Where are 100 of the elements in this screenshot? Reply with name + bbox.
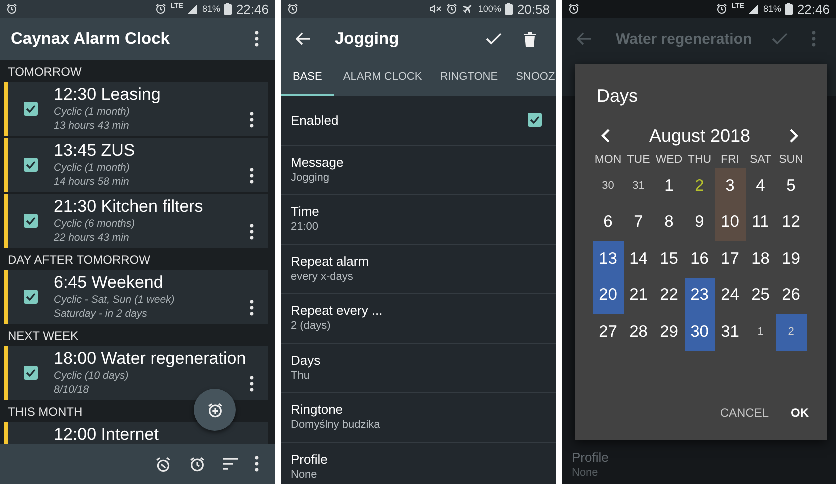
next-month-icon[interactable] [790, 129, 799, 143]
alarm-title: 21:30 Kitchen filters [54, 196, 204, 217]
alarm-card[interactable]: 12:30 Leasing Cyclic (1 month) 13 hours 43 min [4, 82, 268, 136]
weekday-label: MON [594, 153, 623, 168]
tab[interactable]: SNOOZ [507, 60, 556, 96]
tab[interactable]: BASE [281, 60, 334, 96]
calendar-day[interactable]: 18 [746, 241, 776, 278]
battery-icon [224, 3, 232, 15]
setting-label: Profile [291, 450, 329, 468]
calendar-day[interactable]: 19 [776, 241, 806, 278]
setting-label: Repeat every ... [291, 302, 384, 320]
alarm-detail: 13 hours 43 min [54, 119, 130, 133]
calendar-day[interactable]: 12 [776, 204, 806, 241]
setting-row[interactable]: Repeat alarm every x-days [281, 244, 556, 294]
calendar-day[interactable]: 3 [715, 168, 746, 204]
calendar-day[interactable]: 6 [593, 204, 624, 241]
calendar-day[interactable]: 22 [654, 278, 684, 314]
calendar-day[interactable]: 15 [654, 241, 684, 278]
checkbox[interactable] [528, 113, 542, 128]
calendar-day[interactable]: 30 [684, 314, 715, 350]
alarm-detail: 8/10/18 [54, 383, 90, 397]
battery-icon [785, 3, 794, 15]
checkbox[interactable] [24, 102, 38, 116]
calendar-day[interactable]: 29 [654, 314, 684, 350]
calendar-day[interactable]: 2 [776, 314, 806, 350]
tab[interactable]: RINGTONE [431, 60, 508, 96]
setting-row[interactable]: Time 21:00 [281, 195, 556, 244]
setting-value: Domyślny budzika [291, 418, 382, 434]
calendar-day[interactable]: 21 [624, 278, 654, 314]
screen-title: Jogging [335, 30, 400, 48]
alarm-title: 12:30 Leasing [54, 84, 162, 105]
calendar-day[interactable]: 5 [776, 168, 806, 204]
clock-time: 22:46 [236, 2, 269, 16]
checkbox[interactable] [24, 158, 38, 172]
calendar-day[interactable]: 26 [776, 278, 806, 314]
calendar-day[interactable]: 13 [593, 241, 624, 278]
calendar-day[interactable]: 1 [654, 168, 684, 204]
calendar-day[interactable]: 14 [624, 241, 654, 278]
calendar-day[interactable]: 25 [746, 278, 776, 314]
setting-value: None [572, 466, 600, 480]
calendar-day[interactable]: 20 [593, 278, 624, 314]
alarm-card[interactable]: 12:00 Internet [4, 422, 268, 444]
menu-icon[interactable] [255, 31, 259, 47]
setting-value: None [291, 468, 318, 483]
checkbox[interactable] [24, 214, 38, 228]
alarm-card[interactable]: 18:00 Water regeneration Cyclic (10 days) 8/10/18 [4, 346, 268, 400]
signal-icon [187, 4, 198, 14]
calendar-day[interactable]: 30 [593, 168, 624, 204]
setting-row[interactable]: Profile None [281, 442, 556, 484]
setting-row[interactable]: Days Thu [281, 344, 556, 393]
alarm-card[interactable]: 6:45 Weekend Cyclic - Sat, Sun (1 week) Saturday - in 2 days [4, 270, 268, 324]
delete-icon[interactable] [524, 32, 536, 46]
calendar-day[interactable]: 4 [746, 168, 776, 204]
calendar-day[interactable]: 9 [684, 204, 715, 241]
alarm-card[interactable]: 13:45 ZUS Cyclic (1 month) 14 hours 58 min [4, 138, 268, 192]
weekday-label: THU [686, 153, 713, 168]
calendar-day[interactable]: 16 [684, 241, 715, 278]
calendar-day[interactable]: 8 [654, 204, 684, 241]
more-icon[interactable] [250, 300, 254, 316]
alarm-off-icon[interactable] [155, 456, 172, 472]
setting-label: Days [291, 352, 322, 369]
calendar-day[interactable]: 11 [746, 204, 776, 241]
calendar-day[interactable]: 10 [715, 204, 746, 241]
weekday-label: FRI [720, 153, 741, 168]
calendar-day[interactable]: 1 [746, 314, 776, 350]
more-icon[interactable] [250, 376, 254, 392]
setting-row[interactable]: Enabled [281, 96, 556, 146]
setting-row[interactable]: Repeat every ... 2 (days) [281, 294, 556, 344]
sort-icon[interactable] [223, 458, 238, 470]
more-icon[interactable] [250, 112, 254, 128]
calendar-day[interactable]: 31 [715, 314, 746, 350]
more-icon[interactable] [250, 168, 254, 184]
battery-level: 81% [202, 4, 220, 14]
more-icon[interactable] [250, 224, 254, 240]
previous-month-icon[interactable] [601, 129, 610, 143]
alarm-detail: Cyclic - Sat, Sun (1 week) [54, 293, 176, 307]
alarm-card[interactable]: 21:30 Kitchen filters Cyclic (6 months) 22 hours 43 min [4, 194, 268, 248]
clock-time: 20:58 [517, 2, 550, 16]
calendar-day[interactable]: 24 [715, 278, 746, 314]
calendar-day[interactable]: 23 [684, 278, 715, 314]
menu-icon[interactable] [255, 456, 259, 472]
calendar-day[interactable]: 27 [593, 314, 624, 350]
setting-row[interactable]: Ringtone Domyślny budzika [281, 393, 556, 442]
screen-title: Water regeneration [616, 30, 754, 48]
calendar-day[interactable]: 31 [624, 168, 654, 204]
calendar-day[interactable]: 17 [715, 241, 746, 278]
tab[interactable]: ALARM CLOCK [334, 60, 432, 96]
dialog-button[interactable]: OK [783, 398, 817, 428]
checkbox[interactable] [24, 290, 38, 304]
calendar-day[interactable]: 28 [624, 314, 654, 350]
calendar-day[interactable]: 7 [624, 204, 654, 241]
dialog-button[interactable]: CANCEL [712, 398, 777, 428]
check-icon[interactable] [772, 33, 788, 45]
alarm-icon[interactable] [189, 456, 206, 472]
setting-row[interactable]: Message Jogging [281, 146, 556, 195]
section-header: TOMORROW [8, 65, 82, 79]
calendar-day[interactable]: 2 [684, 168, 715, 204]
checkbox[interactable] [24, 366, 38, 380]
signal-icon [748, 4, 760, 14]
alarm-icon [716, 3, 728, 15]
